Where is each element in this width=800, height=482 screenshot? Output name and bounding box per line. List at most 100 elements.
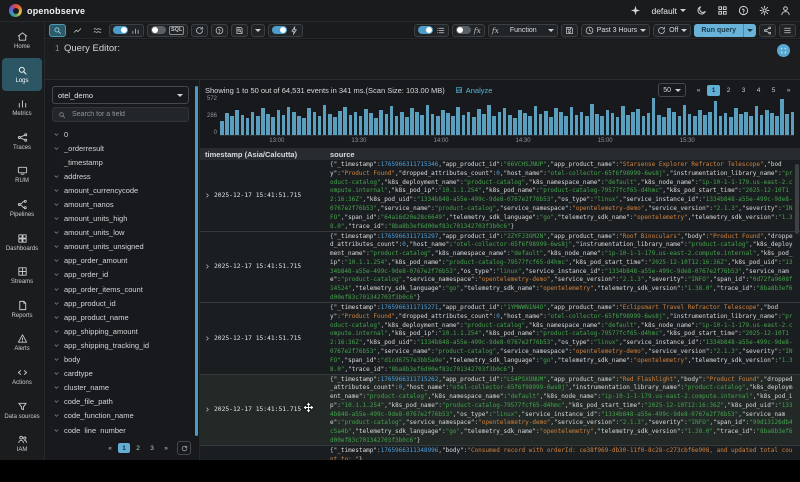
expand-editor-button[interactable] xyxy=(777,44,790,57)
share-button[interactable] xyxy=(759,23,776,37)
query-editor[interactable]: 1 Query Editor: xyxy=(45,40,800,80)
analyze-button[interactable]: Analyze xyxy=(455,86,492,95)
pagination-page-1[interactable]: 1 xyxy=(118,443,130,453)
field-item-amount_nanos[interactable]: amount_nanos xyxy=(45,197,194,211)
table-row[interactable]: 2025-12-17 15:41:51.715 {"_timestamp":176… xyxy=(200,374,800,446)
field-item-app_product_name[interactable]: app_product_name xyxy=(45,310,194,324)
chevron-right-icon[interactable] xyxy=(204,192,211,199)
field-item-cluster_name[interactable]: cluster_name xyxy=(45,381,194,395)
sidebar-item-pipelines[interactable]: Pipelines xyxy=(2,192,42,226)
visualize-button[interactable] xyxy=(69,24,86,37)
settings-gear-icon[interactable] xyxy=(759,5,770,16)
chevron-right-icon[interactable] xyxy=(204,263,211,270)
field-item-amount_units_low[interactable]: amount_units_low xyxy=(45,226,194,240)
sidebar-item-traces[interactable]: Traces xyxy=(2,125,42,159)
results-scrollbar[interactable] xyxy=(795,164,799,234)
sidebar-item-home[interactable]: Home xyxy=(2,24,42,58)
pagination-last[interactable]: » xyxy=(160,443,172,453)
pagination-last[interactable]: » xyxy=(782,85,795,96)
patterns-button[interactable] xyxy=(89,24,106,37)
pagination-page-2[interactable]: 2 xyxy=(722,85,735,96)
sidebar-item-iam[interactable]: IAM xyxy=(2,427,42,460)
pagination-page-5[interactable]: 5 xyxy=(767,85,780,96)
sidebar-item-reports[interactable]: Reports xyxy=(2,293,42,327)
sidebar-item-streams[interactable]: Streams xyxy=(2,259,42,293)
sidebar-item-actions[interactable]: Actions xyxy=(2,360,42,394)
sidebar-item-dashboards[interactable]: Dashboards xyxy=(2,226,42,260)
saved-views-button[interactable] xyxy=(231,23,249,37)
field-item-app_order_id[interactable]: app_order_id xyxy=(45,268,194,282)
saved-views-expand-button[interactable] xyxy=(251,23,266,37)
function-toggle[interactable] xyxy=(455,26,471,34)
sidebar-item-data-sources[interactable]: Data sources xyxy=(2,394,42,428)
menu-button[interactable] xyxy=(779,23,796,37)
histogram-bar xyxy=(549,116,553,135)
stream-select[interactable]: otel_demo xyxy=(52,86,189,104)
search-mode-button[interactable] xyxy=(49,23,66,37)
field-item-app_order_items_count[interactable]: app_order_items_count xyxy=(45,282,194,296)
refresh-interval-picker[interactable]: Off xyxy=(653,23,692,37)
sidebar-item-logs[interactable]: Logs xyxy=(2,57,42,92)
field-item-code_function_name[interactable]: code_function_name xyxy=(45,409,194,423)
time-range-picker[interactable]: Past 3 Hours xyxy=(580,23,651,37)
field-item-cardtype[interactable]: cardtype xyxy=(45,367,194,381)
sidebar-item-alerts[interactable]: Alerts xyxy=(2,326,42,360)
pagination-page-3[interactable]: 3 xyxy=(737,85,750,96)
pagination-page-4[interactable]: 4 xyxy=(752,85,765,96)
quick-mode-toggle[interactable] xyxy=(272,26,288,34)
chevron-right-icon[interactable] xyxy=(204,406,211,413)
field-item-body[interactable]: body xyxy=(45,353,194,367)
pagination-page-3[interactable]: 3 xyxy=(146,443,158,453)
table-row[interactable]: 2025-12-17 15:41:51.715 {"_timestamp":176… xyxy=(200,303,800,375)
field-item-_timestamp[interactable]: _timestamp xyxy=(45,155,194,169)
wrap-lines-toggle[interactable] xyxy=(417,26,433,34)
source-column-header[interactable]: source xyxy=(330,150,800,159)
refresh-fields-button[interactable] xyxy=(177,441,191,455)
run-query-button[interactable]: Run query xyxy=(694,23,756,37)
field-item-app_shipping_amount[interactable]: app_shipping_amount xyxy=(45,324,194,338)
page-size-select[interactable]: 50 xyxy=(658,83,686,97)
chevron-right-icon[interactable] xyxy=(204,335,211,342)
table-row[interactable]: 2025-12-17 15:41:51.715 {"_timestamp":176… xyxy=(200,231,800,303)
apps-icon[interactable] xyxy=(717,5,728,16)
pagination-first[interactable]: « xyxy=(104,443,116,453)
field-item-app_product_id[interactable]: app_product_id xyxy=(45,296,194,310)
histogram-bars[interactable] xyxy=(220,98,795,136)
sidebar-item-metrics[interactable]: Metrics xyxy=(2,91,42,125)
histogram-bar xyxy=(656,114,661,135)
table-row[interactable]: {"_timestamp":1765966311348996,"body":"C… xyxy=(200,446,800,460)
field-item-app_shipping_tracking_id[interactable]: app_shipping_tracking_id xyxy=(45,338,194,352)
function-select[interactable]: fx Function xyxy=(487,23,558,37)
field-item-code_file_path[interactable]: code_file_path xyxy=(45,395,194,409)
histogram-toggle[interactable] xyxy=(113,26,128,34)
pagination-page-1[interactable]: 1 xyxy=(707,84,720,96)
fields-scrollbar[interactable] xyxy=(195,86,198,436)
save-function-button[interactable] xyxy=(560,23,578,37)
field-item-address[interactable]: address xyxy=(45,169,194,183)
field-search-input[interactable] xyxy=(70,110,183,119)
ai-assistant-icon[interactable] xyxy=(630,5,641,16)
theme-toggle-icon[interactable] xyxy=(696,5,707,16)
field-item-amount_currencycode[interactable]: amount_currencycode xyxy=(45,183,194,197)
help-button[interactable] xyxy=(211,23,229,37)
timestamp-column-header[interactable]: timestamp (Asia/Calcutta) xyxy=(200,150,330,159)
reset-filters-button[interactable] xyxy=(191,23,209,37)
field-item-0[interactable]: 0 xyxy=(45,127,194,141)
run-query-options[interactable] xyxy=(743,23,756,37)
refresh-icon xyxy=(181,445,188,452)
table-row[interactable]: 2025-12-17 15:41:51.715 {"_timestamp":176… xyxy=(200,160,800,232)
field-item-app_order_amount[interactable]: app_order_amount xyxy=(45,254,194,268)
pagination-first[interactable]: « xyxy=(692,85,705,96)
field-item-_orderresult[interactable]: _orderresult xyxy=(45,141,194,155)
field-item-amount_units_high[interactable]: amount_units_high xyxy=(45,212,194,226)
pagination-page-2[interactable]: 2 xyxy=(132,443,144,453)
field-item-amount_units_unsigned[interactable]: amount_units_unsigned xyxy=(45,240,194,254)
field-item-code_line_number[interactable]: code_line_number xyxy=(45,423,194,434)
help-icon[interactable] xyxy=(738,5,749,16)
organization-select[interactable]: default xyxy=(651,6,686,16)
sidebar-item-rum[interactable]: RUM xyxy=(2,158,42,192)
sql-mode-toggle[interactable] xyxy=(151,26,166,34)
histogram-bar xyxy=(394,115,399,135)
user-profile-icon[interactable] xyxy=(780,5,791,16)
chevron-down-icon xyxy=(53,384,60,391)
